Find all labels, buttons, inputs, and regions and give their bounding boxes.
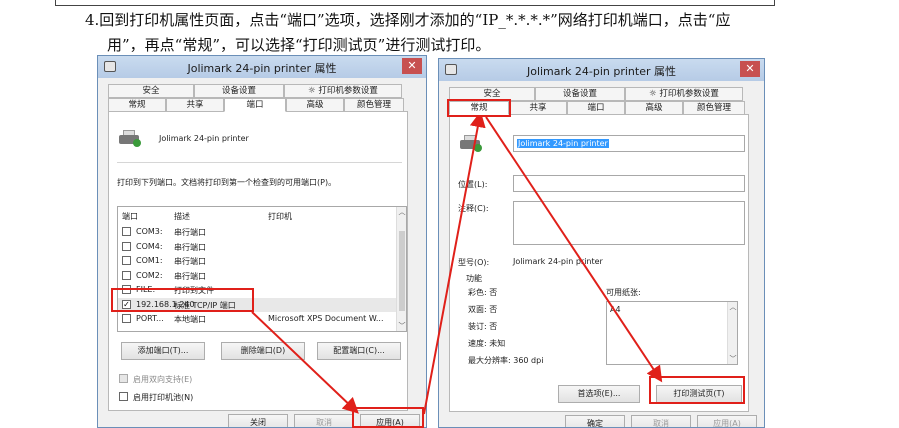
arrow-general-to-test-page — [485, 116, 663, 383]
tab-general[interactable]: 常规 — [449, 101, 509, 115]
tab-ports[interactable]: 端口 — [224, 98, 286, 112]
arrow-apply-to-general — [423, 111, 486, 415]
annotation-arrows — [251, 111, 663, 415]
arrow-port-to-apply — [251, 311, 359, 414]
